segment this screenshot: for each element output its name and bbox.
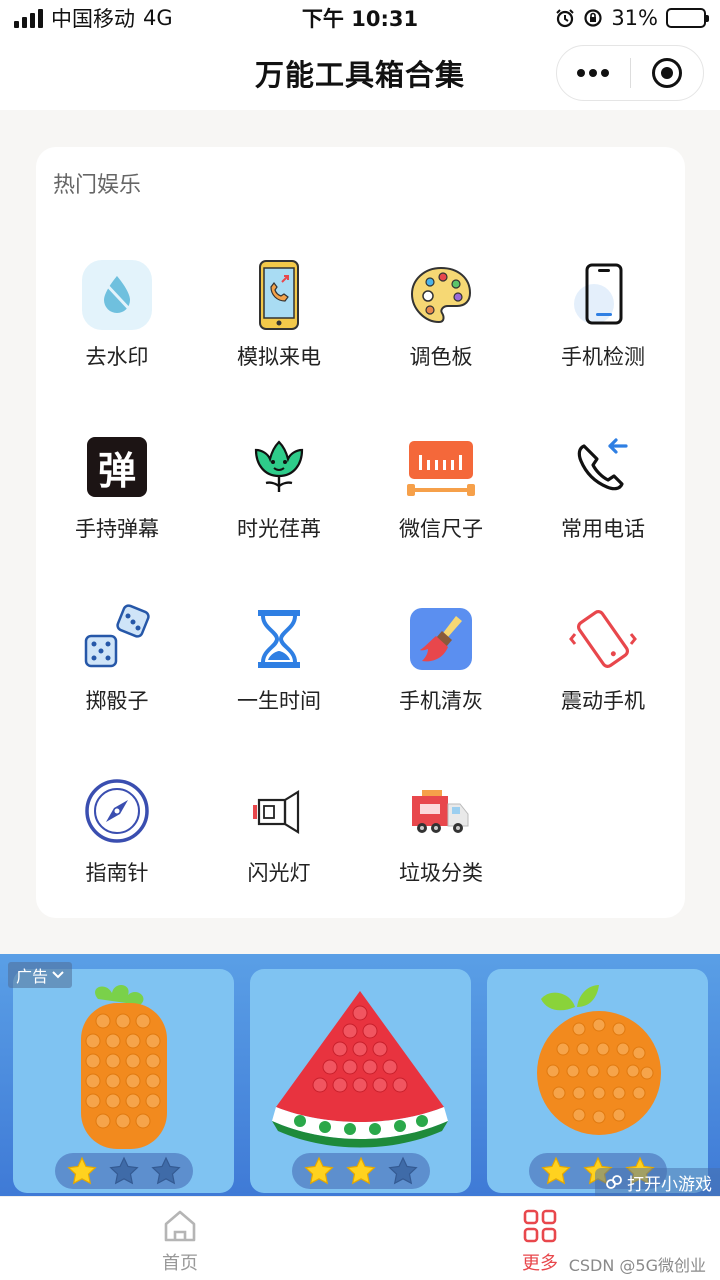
mini-program-capsule	[556, 45, 704, 101]
tool-label: 闪光灯	[247, 861, 311, 885]
water-drop-icon	[82, 260, 152, 330]
tool-remove-watermark[interactable]: 去水印	[36, 247, 198, 419]
tool-flashlight[interactable]: 闪光灯	[198, 763, 360, 935]
link-icon	[606, 1175, 622, 1189]
tool-wechat-ruler[interactable]: 微信尺子	[360, 419, 522, 591]
broom-icon	[406, 604, 476, 674]
tool-vibrate-phone[interactable]: 震动手机	[522, 591, 684, 763]
star-filled-icon	[345, 1156, 376, 1185]
tool-label: 时光荏苒	[237, 517, 321, 541]
star-rating	[54, 1153, 193, 1189]
network-label: 4G	[143, 6, 173, 30]
page-title: 万能工具箱合集	[254, 58, 465, 92]
incoming-call-icon	[568, 432, 638, 502]
garbage-truck-icon	[406, 776, 476, 846]
close-mini-program-button[interactable]	[631, 46, 704, 100]
tool-label: 手机清灰	[399, 689, 483, 713]
tool-label: 掷骰子	[85, 689, 149, 713]
signal-icon	[14, 8, 43, 28]
ad-banner[interactable]: 广告 打开小游戏	[0, 954, 720, 1196]
open-mini-game-label: 打开小游戏	[627, 1174, 712, 1195]
game-card-watermelon[interactable]	[250, 969, 471, 1193]
tool-lifetime[interactable]: 一生时间	[198, 591, 360, 763]
hourglass-icon	[244, 604, 314, 674]
tool-garbage-sort[interactable]: 垃圾分类	[360, 763, 522, 935]
rotation-lock-icon	[584, 9, 602, 27]
compass-icon	[82, 776, 152, 846]
chevron-down-icon	[52, 971, 64, 979]
flashlight-icon	[244, 776, 314, 846]
tool-label: 手持弹幕	[75, 517, 159, 541]
tool-label: 模拟来电	[237, 345, 321, 369]
alarm-icon	[556, 9, 575, 28]
tab-more-label: 更多	[522, 1253, 558, 1274]
entertainment-card: 热门娱乐 去水印 模拟来电 调色板 手机检测 弹 手持弹幕 时光荏苒 微信尺子 …	[36, 147, 685, 918]
ad-tag[interactable]: 广告	[8, 962, 73, 988]
open-mini-game-button[interactable]: 打开小游戏	[595, 1168, 720, 1196]
target-icon	[651, 58, 682, 88]
star-filled-icon	[66, 1156, 97, 1185]
ad-tag-label: 广告	[16, 967, 49, 986]
tab-bar: 首页 更多 CSDN @5G微创业	[0, 1196, 720, 1280]
nav-bar: 万能工具箱合集	[0, 36, 720, 110]
tool-handheld-danmaku[interactable]: 弹 手持弹幕	[36, 419, 198, 591]
tool-label: 去水印	[85, 345, 149, 369]
game-card-orange[interactable]	[487, 969, 708, 1193]
home-icon	[164, 1210, 196, 1242]
tool-label: 手机检测	[561, 345, 645, 369]
star-empty-icon	[108, 1156, 139, 1185]
tool-label: 一生时间	[237, 689, 321, 713]
more-menu-button[interactable]	[557, 46, 630, 100]
ruler-icon	[406, 432, 476, 502]
star-rating	[291, 1153, 430, 1189]
tab-home[interactable]: 首页	[140, 1207, 220, 1275]
tool-label: 调色板	[409, 345, 473, 369]
grid-apps-icon	[523, 1209, 557, 1243]
star-empty-icon	[387, 1156, 418, 1185]
tool-compass[interactable]: 指南针	[36, 763, 198, 935]
tool-roll-dice[interactable]: 掷骰子	[36, 591, 198, 763]
palette-icon	[406, 260, 476, 330]
more-dots-icon	[577, 69, 610, 77]
carrier-label: 中国移动	[51, 7, 135, 31]
clock: 下午 10:31	[301, 7, 419, 31]
star-filled-icon	[540, 1156, 571, 1185]
tool-label: 垃圾分类	[399, 861, 483, 885]
dice-icon	[82, 604, 152, 674]
danmaku-glyph: 弹	[87, 437, 147, 497]
tool-palette[interactable]: 调色板	[360, 247, 522, 419]
tool-common-phones[interactable]: 常用电话	[522, 419, 684, 591]
battery-percent: 31%	[611, 6, 658, 30]
tool-label: 微信尺子	[399, 517, 483, 541]
tool-label: 常用电话	[561, 517, 645, 541]
battery-icon	[666, 8, 709, 28]
star-filled-icon	[303, 1156, 334, 1185]
game-card-carrot[interactable]	[13, 969, 234, 1193]
danmaku-icon: 弹	[82, 432, 152, 502]
section-title: 热门娱乐	[53, 173, 142, 198]
csdn-watermark: CSDN @5G微创业	[568, 1256, 706, 1275]
tab-home-label: 首页	[162, 1253, 198, 1274]
tool-label: 指南针	[85, 861, 149, 885]
tool-fake-call[interactable]: 模拟来电	[198, 247, 360, 419]
phone-check-icon	[568, 260, 638, 330]
sprout-icon	[244, 432, 314, 502]
tool-phone-dust-clean[interactable]: 手机清灰	[360, 591, 522, 763]
vibrate-icon	[568, 604, 638, 674]
tool-grid: 去水印 模拟来电 调色板 手机检测 弹 手持弹幕 时光荏苒 微信尺子 常用电话 …	[36, 247, 685, 935]
star-empty-icon	[150, 1156, 181, 1185]
tool-time-flies[interactable]: 时光荏苒	[198, 419, 360, 591]
phone-call-icon	[244, 260, 314, 330]
status-bar: 中国移动 4G 下午 10:31 31%	[0, 0, 720, 36]
tool-phone-check[interactable]: 手机检测	[522, 247, 684, 419]
tool-label: 震动手机	[561, 689, 645, 713]
